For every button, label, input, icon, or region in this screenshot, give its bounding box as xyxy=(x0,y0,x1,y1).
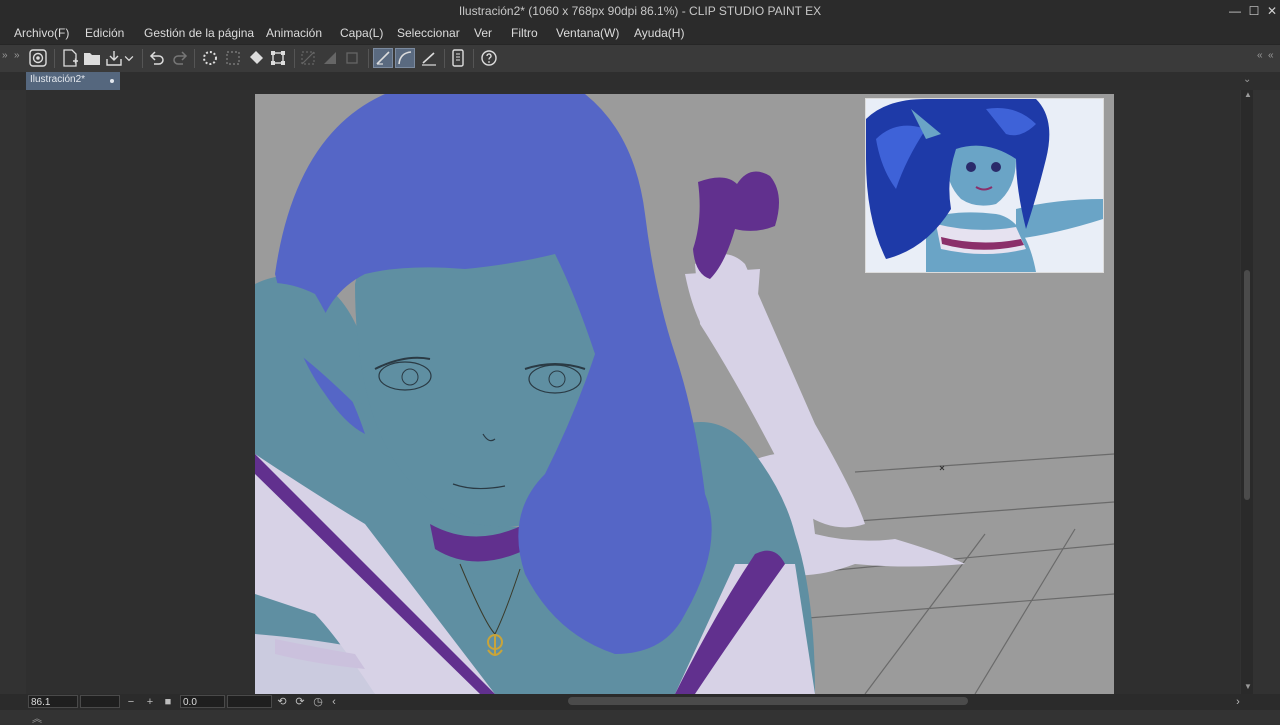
toolbar-separator xyxy=(473,49,474,68)
menu-bar: Archivo(F) Edición Gestión de la página … xyxy=(0,23,1280,44)
new-file-icon[interactable] xyxy=(60,48,80,68)
snap-grid-icon[interactable] xyxy=(419,48,439,68)
chevron-down-icon[interactable] xyxy=(122,48,136,68)
select-icon[interactable] xyxy=(223,48,243,68)
minimize-button[interactable]: — xyxy=(1226,2,1244,20)
window-title: Ilustración2* (1060 x 768px 90dpi 86.1%)… xyxy=(458,4,822,18)
menu-ver[interactable]: Ver xyxy=(474,26,492,40)
crop-selection-icon[interactable] xyxy=(342,48,362,68)
command-bar: » » « « xyxy=(0,44,1280,73)
zoom-input[interactable]: 86.1 xyxy=(28,695,78,708)
scroll-up-arrow-icon[interactable]: ▲ xyxy=(1244,90,1252,99)
status-bar: 86.1 − + ■ 0.0 ⟲ ⟳ ◷ ‹ › xyxy=(0,694,1280,710)
title-bar: Ilustración2* (1060 x 768px 90dpi 86.1%)… xyxy=(0,0,1280,23)
snap-curve-icon[interactable] xyxy=(395,48,415,68)
vertical-scroll-thumb[interactable] xyxy=(1244,270,1250,500)
rotation-slider[interactable] xyxy=(227,695,272,708)
scroll-left-arrow-icon[interactable]: ‹ xyxy=(328,695,340,709)
rotate-right-icon[interactable]: ⟳ xyxy=(294,695,306,709)
reference-image xyxy=(865,98,1104,273)
menu-gestion-pagina[interactable]: Gestión de la página xyxy=(144,26,254,40)
toolbar-separator xyxy=(294,49,295,68)
rotation-input[interactable]: 0.0 xyxy=(180,695,225,708)
menu-animacion[interactable]: Animación xyxy=(266,26,322,40)
toolbar-separator xyxy=(444,49,445,68)
menu-seleccionar[interactable]: Seleccionar xyxy=(397,26,460,40)
tab-list-chevron-icon[interactable]: ⌄ xyxy=(1243,74,1251,85)
tablet-icon[interactable] xyxy=(448,48,468,68)
menu-ayuda[interactable]: Ayuda(H) xyxy=(634,26,684,40)
menu-ventana[interactable]: Ventana(W) xyxy=(556,26,619,40)
collapse-right-icon-2[interactable]: « xyxy=(1268,50,1274,61)
vertical-scrollbar[interactable]: ▲ ▼ xyxy=(1241,90,1253,694)
help-icon[interactable] xyxy=(479,48,499,68)
menu-filtro[interactable]: Filtro xyxy=(511,26,538,40)
tab-label: Ilustración2* xyxy=(30,74,86,85)
fit-view-button[interactable]: ■ xyxy=(162,695,174,709)
toolbar-separator xyxy=(54,49,55,68)
clip-studio-icon[interactable] xyxy=(28,48,48,68)
collapse-left-icon-2[interactable]: » xyxy=(14,50,20,61)
toolbar-separator xyxy=(142,49,143,68)
menu-archivo[interactable]: Archivo(F) xyxy=(14,26,69,40)
bottom-panel-strip: ︽ xyxy=(0,710,1280,725)
reset-rotation-icon[interactable]: ◷ xyxy=(312,695,324,709)
close-button[interactable]: ✕ xyxy=(1263,2,1280,20)
horizontal-scroll-thumb[interactable] xyxy=(568,697,968,705)
open-folder-icon[interactable] xyxy=(82,48,102,68)
document-tab-strip: Ilustración2* ⌄ xyxy=(0,72,1280,90)
tab-close-icon[interactable] xyxy=(110,79,114,83)
collapse-left-icon[interactable]: » xyxy=(2,50,8,61)
zoom-slider[interactable] xyxy=(80,695,120,708)
toolbar-separator xyxy=(368,49,369,68)
save-icon[interactable] xyxy=(104,48,124,68)
zoom-out-button[interactable]: − xyxy=(125,695,137,709)
rotate-left-icon[interactable]: ⟲ xyxy=(276,695,288,709)
toolbar-separator xyxy=(194,49,195,68)
snap-ruler-icon[interactable] xyxy=(373,48,393,68)
clear-selection-icon[interactable] xyxy=(298,48,318,68)
fill-icon[interactable] xyxy=(246,48,266,68)
zoom-in-button[interactable]: + xyxy=(144,695,156,709)
undo-icon[interactable] xyxy=(147,48,167,68)
transform-icon[interactable] xyxy=(268,48,288,68)
loading-icon[interactable] xyxy=(200,48,220,68)
tab-ilustracion2[interactable]: Ilustración2* xyxy=(26,72,120,90)
menu-capa[interactable]: Capa(L) xyxy=(340,26,383,40)
scroll-down-arrow-icon[interactable]: ▼ xyxy=(1244,682,1252,691)
maximize-button[interactable]: ☐ xyxy=(1245,2,1263,20)
collapse-right-icon[interactable]: « xyxy=(1257,50,1263,61)
menu-edicion[interactable]: Edición xyxy=(85,26,124,40)
redo-icon[interactable] xyxy=(170,48,190,68)
scroll-right-arrow-icon[interactable]: › xyxy=(1232,695,1244,709)
reference-artwork xyxy=(866,99,1103,272)
invert-selection-icon[interactable] xyxy=(320,48,340,68)
